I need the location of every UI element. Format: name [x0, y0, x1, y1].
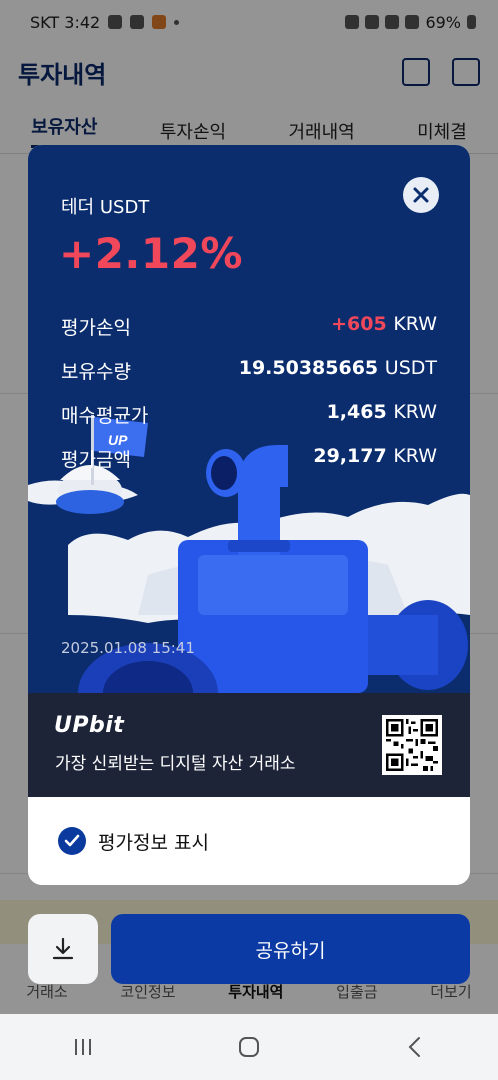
close-icon: [413, 187, 429, 203]
return-rate: +2.12%: [59, 229, 243, 278]
stat-unit: KRW: [393, 313, 437, 335]
back-icon: [408, 1037, 420, 1057]
slogan: 가장 신뢰받는 디지털 자산 거래소: [55, 754, 296, 774]
recent-apps-icon: [75, 1039, 91, 1055]
download-icon: [52, 937, 74, 960]
stat-row-quantity: 보유수량 19.50385665 USDT: [61, 357, 437, 384]
qr-code: [382, 715, 442, 775]
show-eval-checkbox[interactable]: [58, 827, 86, 855]
home-icon: [239, 1037, 259, 1057]
stat-row-avg-price: 매수평균가 1,465 KRW: [61, 401, 437, 428]
stat-label: 매수평균가: [61, 405, 149, 427]
timestamp: 2025.01.08 15:41: [61, 639, 195, 657]
asset-name: 테더 USDT: [61, 197, 150, 218]
stat-value: 19.50385665: [238, 357, 379, 379]
stat-unit: USDT: [384, 357, 437, 379]
share-card: UP 테더 USDT +2.12% 평가손익 +605 KRW 보유수량 19.…: [28, 145, 470, 885]
display-option[interactable]: 평가정보 표시: [28, 797, 470, 885]
check-icon: [64, 834, 80, 847]
upbit-logo: UPbit: [54, 713, 125, 738]
brand-bar: UPbit 가장 신뢰받는 디지털 자산 거래소: [28, 693, 470, 797]
stat-unit: KRW: [393, 401, 437, 423]
download-button[interactable]: [28, 914, 98, 984]
stat-value: 29,177: [313, 445, 387, 467]
share-button[interactable]: 공유하기: [111, 914, 470, 984]
stat-label: 평가손익: [61, 317, 131, 339]
stat-label: 보유수량: [61, 361, 131, 383]
stat-value: 1,465: [326, 401, 387, 423]
stat-value: +605: [331, 313, 387, 335]
system-nav-bar: [0, 1014, 498, 1080]
stat-unit: KRW: [393, 445, 437, 467]
stat-label: 평가금액: [61, 449, 131, 471]
home-button[interactable]: [229, 1027, 269, 1067]
stat-row-eval-amount: 평가금액 29,177 KRW: [61, 445, 437, 472]
share-card-main: UP 테더 USDT +2.12% 평가손익 +605 KRW 보유수량 19.…: [28, 145, 470, 693]
recent-apps-button[interactable]: [63, 1027, 103, 1067]
show-eval-label[interactable]: 평가정보 표시: [98, 828, 209, 855]
close-button[interactable]: [403, 177, 439, 213]
back-button[interactable]: [395, 1027, 435, 1067]
stat-row-eval-profit: 평가손익 +605 KRW: [61, 313, 437, 340]
